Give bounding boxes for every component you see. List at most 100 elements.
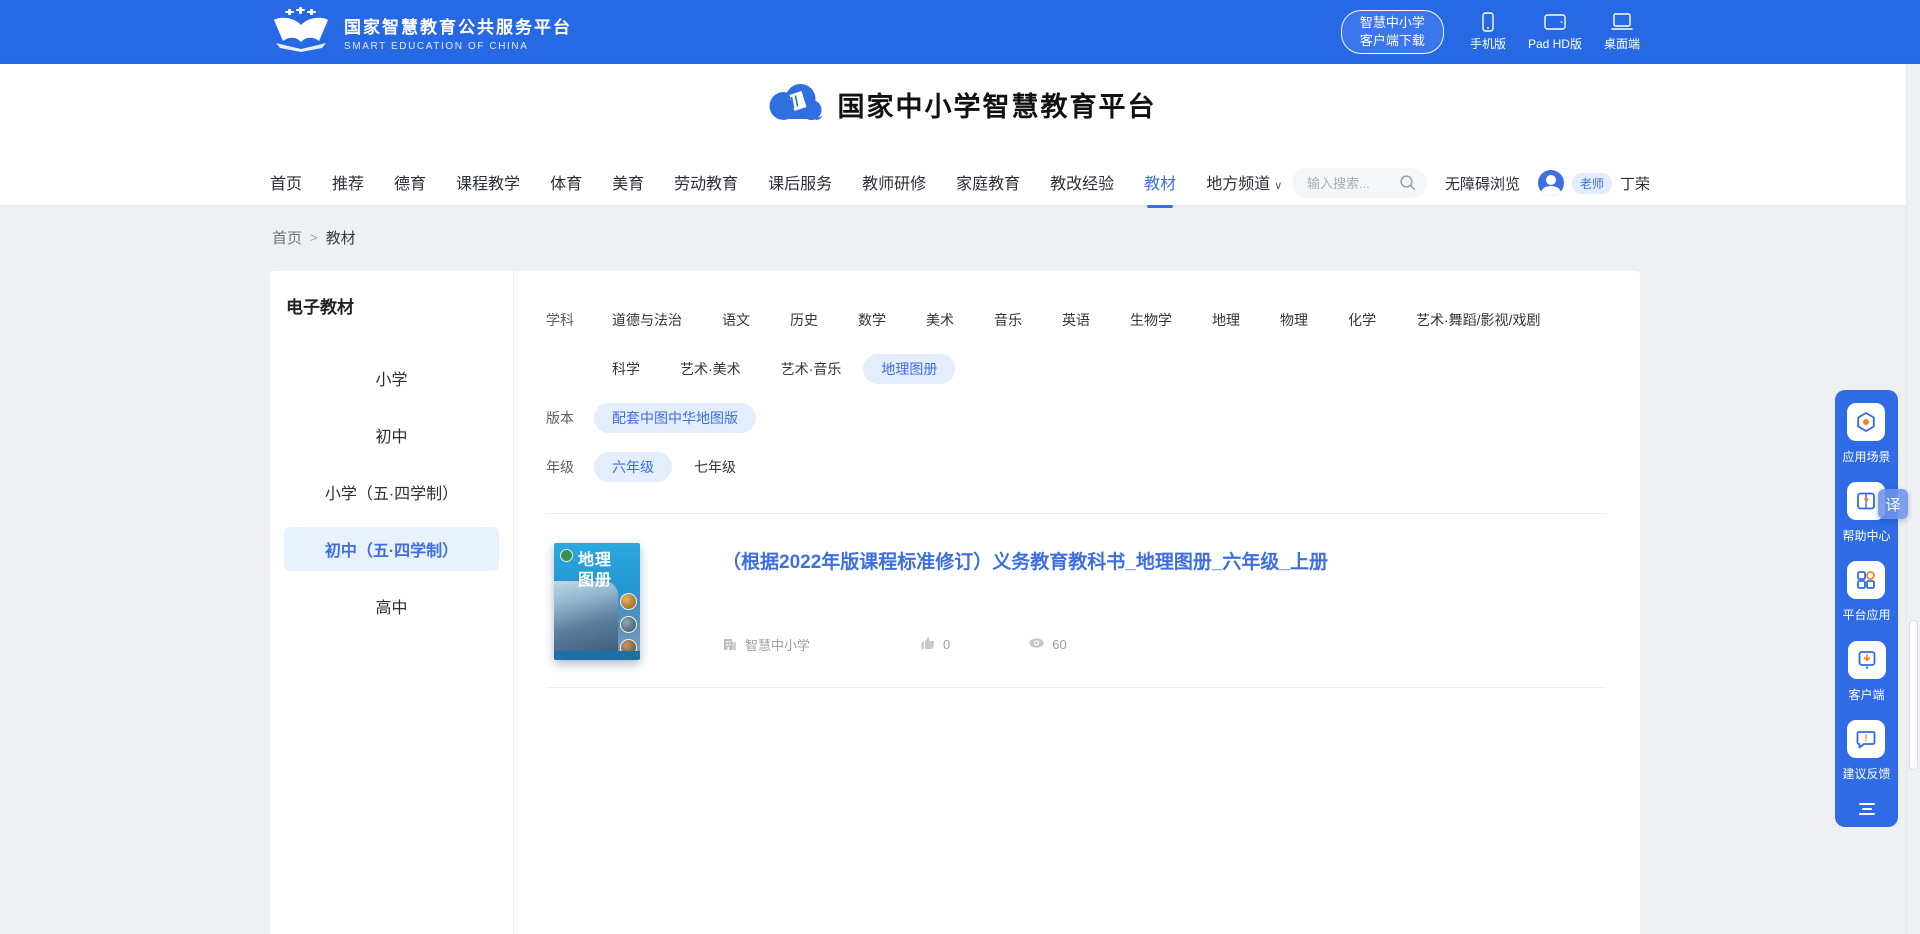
desktop-version-link[interactable]: 桌面端: [1604, 12, 1640, 52]
nav-item-teacher-training[interactable]: 教师研修: [862, 170, 926, 196]
breadcrumb: 首页 > 教材: [0, 205, 1920, 266]
nav-item-after-school[interactable]: 课后服务: [768, 170, 832, 196]
nav-item-recommend[interactable]: 推荐: [332, 170, 364, 196]
sidebar-item-feedback[interactable]: ! 建议反馈: [1842, 720, 1890, 799]
nav-item-aesthetic-edu[interactable]: 美育: [612, 170, 644, 196]
nav-item-local-channels[interactable]: 地方频道∨: [1206, 170, 1282, 196]
sidebar-item-senior[interactable]: 高中: [284, 584, 499, 628]
subject-geography-atlas[interactable]: 地理图册: [863, 354, 955, 384]
grade-filter-label: 年级: [546, 452, 574, 482]
subject-science[interactable]: 科学: [594, 354, 658, 384]
user-area: 老师 丁荣: [1538, 170, 1650, 196]
open-book-logo-icon: [270, 7, 332, 58]
sidebar-item-junior-54[interactable]: 初中（五·四学制）: [284, 527, 499, 571]
chevron-down-icon: ∨: [1274, 180, 1282, 192]
views-count: 60: [1052, 637, 1066, 652]
nav-item-home[interactable]: 首页: [270, 170, 302, 196]
subject-filter-row-2: 科学 艺术·美术 艺术·音乐 地理图册: [546, 354, 1606, 384]
sidebar-collapse-button[interactable]: [1855, 799, 1879, 819]
page-scrollbar-track[interactable]: [1906, 64, 1920, 934]
cover-photo-circle-1: [620, 593, 637, 610]
active-tab-underline: [1147, 205, 1173, 208]
grade-six[interactable]: 六年级: [594, 452, 672, 482]
grade-seven[interactable]: 七年级: [676, 452, 754, 482]
brand-title: 国家智慧教育公共服务平台: [344, 13, 572, 38]
svg-text:!: !: [1865, 733, 1868, 744]
subject-math[interactable]: 数学: [840, 305, 904, 335]
cloud-book-logo-icon: [764, 78, 826, 131]
client-download-button[interactable]: 智慧中小学 客户端下载: [1341, 10, 1444, 53]
subject-physics[interactable]: 物理: [1262, 305, 1326, 335]
subject-filter-row: 学科 道德与法治 语文 历史 数学 美术 音乐 英语 生物学 地理 物理 化学 …: [546, 305, 1606, 335]
nav-item-textbooks[interactable]: 教材: [1144, 170, 1176, 196]
sidebar-title: 电子教材: [270, 293, 513, 318]
phone-icon: [1480, 12, 1496, 32]
version-zhongtu-atlas[interactable]: 配套中图中华地图版: [594, 403, 756, 433]
platform-title: 国家中小学智慧教育平台: [838, 85, 1157, 124]
mobile-version-link[interactable]: 手机版: [1470, 12, 1506, 52]
breadcrumb-home[interactable]: 首页: [272, 227, 302, 248]
cover-publisher-badge: [560, 549, 573, 562]
results-panel: 学科 道德与法治 语文 历史 数学 美术 音乐 英语 生物学 地理 物理 化学 …: [514, 271, 1640, 934]
subject-art-music[interactable]: 艺术·音乐: [763, 354, 860, 384]
subject-chemistry[interactable]: 化学: [1330, 305, 1394, 335]
sidebar-item-primary[interactable]: 小学: [284, 356, 499, 400]
accessibility-link[interactable]: 无障碍浏览: [1445, 173, 1520, 194]
sidebar-item-junior[interactable]: 初中: [284, 413, 499, 457]
feedback-icon: !: [1847, 720, 1885, 758]
textbook-sidebar: 电子教材 小学 初中 小学（五·四学制） 初中（五·四学制） 高中: [270, 271, 514, 934]
subject-english[interactable]: 英语: [1044, 305, 1108, 335]
nav-item-course-teaching[interactable]: 课程教学: [456, 170, 520, 196]
subject-chinese[interactable]: 语文: [704, 305, 768, 335]
cover-mountain-image: [554, 581, 618, 651]
search-icon[interactable]: [1399, 174, 1416, 196]
platform-apps-icon: [1847, 561, 1885, 599]
sidebar-item-primary-54[interactable]: 小学（五·四学制）: [284, 470, 499, 514]
cover-photo-circle-2: [620, 616, 637, 633]
cover-bottom-strip: [554, 651, 640, 660]
nav-item-labor-edu[interactable]: 劳动教育: [674, 170, 738, 196]
grade-filter-row: 年级 六年级 七年级: [546, 452, 1606, 482]
platform-logo: 国家中小学智慧教育平台: [764, 78, 1157, 131]
main-nav: 首页 推荐 德育 课程教学 体育 美育 劳动教育 课后服务 教师研修 家庭教育 …: [270, 161, 1650, 205]
version-filter-row: 版本 配套中图中华地图版: [546, 403, 1606, 433]
subject-biology[interactable]: 生物学: [1112, 305, 1190, 335]
nav-item-reform-experience[interactable]: 教改经验: [1050, 170, 1114, 196]
subject-filter-spacer: [546, 354, 574, 364]
publisher-block: 智慧中小学: [722, 635, 810, 654]
breadcrumb-current: 教材: [326, 227, 356, 248]
subject-fine-arts[interactable]: 美术: [908, 305, 972, 335]
search-box: [1292, 168, 1427, 198]
brand-subtitle: SMART EDUCATION OF CHINA: [344, 41, 572, 52]
user-avatar[interactable]: [1538, 170, 1564, 196]
subject-geography[interactable]: 地理: [1194, 305, 1258, 335]
likes-count: 0: [943, 637, 950, 652]
publisher-icon: [722, 635, 738, 654]
cover-title: 地理图册: [578, 551, 614, 591]
brand-logo: 国家智慧教育公共服务平台 SMART EDUCATION OF CHINA: [270, 7, 572, 58]
subject-art-dance-film-drama[interactable]: 艺术·舞蹈/影视/戏剧: [1398, 305, 1558, 335]
nav-item-moral-edu[interactable]: 德育: [394, 170, 426, 196]
floating-sidebar: 应用场景 ? 帮助中心 平台应用 客户端 ! 建议反馈: [1835, 390, 1898, 827]
book-title-link[interactable]: （根据2022年版课程标准修订）义务教育教科书_地理图册_六年级_上册: [722, 547, 1606, 574]
page-scrollbar-thumb[interactable]: [1909, 620, 1918, 770]
tablet-icon: [1543, 12, 1567, 32]
nav-item-pe[interactable]: 体育: [550, 170, 582, 196]
thumbs-up-icon: [920, 635, 936, 654]
subject-history[interactable]: 历史: [772, 305, 836, 335]
top-bar: 国家智慧教育公共服务平台 SMART EDUCATION OF CHINA 智慧…: [0, 0, 1920, 64]
subject-music[interactable]: 音乐: [976, 305, 1040, 335]
nav-item-family-edu[interactable]: 家庭教育: [956, 170, 1020, 196]
role-badge: 老师: [1572, 173, 1612, 194]
user-name[interactable]: 丁荣: [1620, 173, 1650, 194]
book-list-item: 地理图册 （根据2022年版课程标准修订）义务教育教科书_地理图册_六年级_上册…: [546, 514, 1606, 688]
sidebar-item-platform-apps[interactable]: 平台应用: [1842, 561, 1890, 640]
subject-art-fine-arts[interactable]: 艺术·美术: [662, 354, 759, 384]
sidebar-item-app-scenes[interactable]: 应用场景: [1842, 403, 1890, 482]
translate-button[interactable]: 译: [1878, 489, 1908, 519]
likes-block: 0: [920, 635, 950, 654]
sidebar-item-client[interactable]: 客户端: [1848, 641, 1886, 720]
book-cover[interactable]: 地理图册: [554, 543, 640, 660]
subject-morality-law[interactable]: 道德与法治: [594, 305, 700, 335]
pad-hd-version-link[interactable]: Pad HD版: [1528, 12, 1582, 52]
